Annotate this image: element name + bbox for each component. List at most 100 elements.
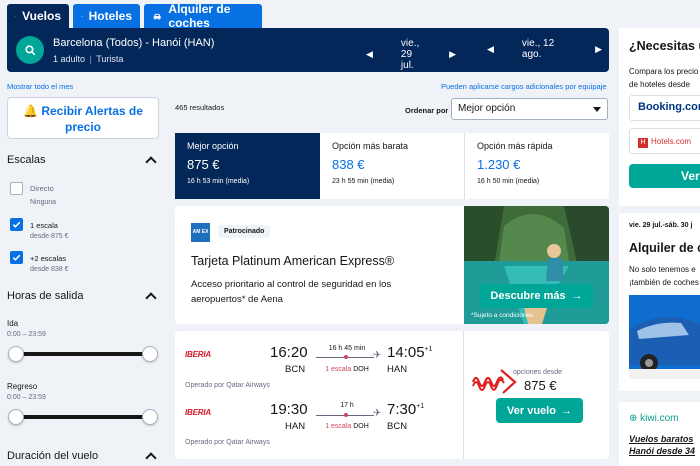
kiwi-brand: kiwi.com — [640, 413, 679, 424]
prev-date-icon[interactable]: ◀ — [487, 44, 494, 55]
stop-dot-icon — [344, 413, 348, 417]
baggage-fees-link[interactable]: Pueden aplicarse cargos adicionales por … — [441, 82, 607, 91]
deals-label: opciones desde — [513, 369, 563, 376]
booking-com-logo[interactable]: Booking.com — [629, 95, 700, 121]
tab-vuelos[interactable]: Vuelos — [7, 4, 69, 28]
price-alert-label: Recibir Alertas de precio — [41, 104, 143, 134]
amex-logo: AM EX — [191, 223, 210, 242]
iberia-logo: IBERIA — [185, 350, 211, 359]
depart-date-selector[interactable]: ◀ vie., 29 jul. ▶ — [366, 38, 456, 71]
return-slider-max-handle[interactable] — [142, 409, 158, 425]
sort-tab-title: Opción más rápida — [477, 141, 553, 151]
stops-two-plus-label: +2 escalas — [30, 254, 67, 263]
outbound-arr-plus: +1 — [424, 346, 433, 353]
ad-title: Tarjeta Platinum American Express® — [191, 254, 395, 268]
outbound-slider-min-handle[interactable] — [8, 346, 24, 362]
stops-two-plus-checkbox[interactable] — [10, 251, 23, 264]
inbound-arr-code: BCN — [387, 421, 408, 432]
tab-label: Hoteles — [88, 9, 132, 23]
outbound-range: 0:00 – 23:59 — [7, 331, 46, 338]
price-alert-button[interactable]: 🔔 Recibir Alertas de precio — [7, 97, 159, 139]
stops-title: Escalas — [7, 154, 46, 166]
chevron-up-icon — [145, 292, 157, 304]
plane-icon: ✈ — [373, 408, 382, 419]
inbound-dep-code: HAN — [285, 421, 306, 432]
hotels-com-icon: H — [638, 138, 648, 148]
sort-tab-duration: 16 h 50 min (media) — [477, 178, 540, 185]
return-slider-min-handle[interactable] — [8, 409, 24, 425]
search-button[interactable] — [16, 36, 44, 64]
inbound-operator: Operado por Qatar Airways — [185, 439, 270, 446]
chevron-up-icon — [145, 452, 157, 464]
stops-direct-sub: Ninguna — [30, 199, 57, 206]
departure-times-header[interactable]: Horas de salida — [7, 290, 159, 304]
arrow-right-icon: → — [571, 290, 583, 302]
inbound-duration: 17 h — [340, 402, 354, 409]
inbound-arr-time-value: 7:30 — [387, 401, 417, 418]
flight-result-card[interactable]: IBERIA 16:20 BCN 16 h 45 min ✈ 1 escala … — [175, 331, 609, 459]
plane-icon: ✈ — [373, 350, 382, 361]
show-month-link[interactable]: Mostrar todo el mes — [7, 82, 73, 91]
car-rental-promo-card: vie. 29 jul.-sáb. 30 j Alquiler de c No … — [619, 213, 700, 391]
sort-select[interactable]: Mejor opción — [451, 98, 608, 120]
inbound-arr-plus: +1 — [416, 403, 425, 410]
sponsored-ad-card[interactable]: AM EX Patrocinado Tarjeta Platinum Ameri… — [175, 206, 609, 324]
sort-tab-cheapest[interactable]: Opción más barata 838 € 23 h 55 min (med… — [320, 133, 465, 199]
stop-dot-icon — [344, 355, 348, 359]
plane-icon — [15, 15, 16, 17]
results-count: 465 resultados — [175, 103, 225, 112]
check-icon — [12, 221, 21, 228]
stops-one-label: 1 escala — [30, 221, 58, 230]
outbound-operator: Operado por Qatar Airways — [185, 382, 270, 389]
outbound-label: Ida — [7, 319, 19, 328]
return-date-selector[interactable]: ◀ vie., 12 ago. ▶ — [487, 38, 602, 60]
hotels-com-label: Hotels.com — [651, 137, 692, 146]
outbound-slider-max-handle[interactable] — [142, 346, 158, 362]
sort-tab-best[interactable]: Mejor opción 875 € 16 h 53 min (media) — [175, 133, 320, 199]
passengers-text: 1 adulto — [53, 54, 86, 64]
next-date-icon[interactable]: ▶ — [449, 49, 456, 60]
stops-one-sub: desde 875 € — [30, 233, 69, 240]
cabin-text: Turista — [96, 54, 124, 64]
inbound-stops-count: 1 escala — [325, 423, 352, 430]
outbound-slider-track[interactable] — [17, 352, 149, 356]
search-summary-bar[interactable]: Barcelona (Todos) - Hanói (HAN) 1 adulto… — [7, 28, 609, 72]
sort-tab-fastest[interactable]: Opción más rápida 1.230 € 16 h 50 min (m… — [465, 133, 609, 199]
tab-hoteles[interactable]: Hoteles — [73, 4, 140, 28]
stops-direct-checkbox[interactable] — [10, 182, 23, 195]
bell-icon: 🔔 — [23, 104, 38, 118]
ad-cta-button[interactable]: Descubre más → — [480, 284, 593, 308]
stops-one-checkbox[interactable] — [10, 218, 23, 231]
card-divider — [463, 331, 464, 459]
tab-label: Vuelos — [22, 9, 61, 23]
hotel-promo-button[interactable]: Ver — [629, 164, 700, 188]
inbound-stops: 1 escala DOH — [312, 423, 382, 430]
outbound-dep-code: BCN — [285, 364, 306, 375]
chevron-up-icon — [145, 156, 157, 168]
stops-section-header[interactable]: Escalas — [7, 154, 159, 168]
duration-section-header[interactable]: Duración del vuelo — [7, 450, 159, 464]
car-icon — [153, 13, 161, 20]
next-date-icon[interactable]: ▶ — [595, 44, 602, 55]
car-rental-text-2: ¡también de coches — [629, 278, 699, 287]
hotels-com-logo[interactable]: H Hotels.com — [629, 128, 700, 154]
kiwi-logo: ⊕ kiwi.com — [629, 412, 679, 425]
stops-two-plus-sub: desde 838 € — [30, 266, 69, 273]
return-slider-track[interactable] — [17, 415, 149, 419]
deal-price: 875 € — [524, 378, 557, 393]
kiwi-promo-card[interactable]: ⊕ kiwi.com Vuelos baratos Hanói desde 34 — [619, 402, 700, 466]
return-range: 0:00 – 23:59 — [7, 394, 46, 401]
tab-label: Alquiler de coches — [168, 2, 231, 30]
duration-title: Duración del vuelo — [7, 450, 99, 462]
hotel-promo-text-2: de hoteles desde — [629, 80, 690, 89]
prev-date-icon[interactable]: ◀ — [366, 49, 373, 60]
depart-date: vie., 29 jul. — [400, 38, 420, 71]
sort-tab-duration: 16 h 53 min (media) — [187, 178, 250, 185]
return-label: Regreso — [7, 382, 38, 391]
hotel-promo-text-1: Compara los precio — [629, 67, 699, 76]
passenger-info: 1 adulto | Turista — [53, 54, 124, 64]
view-flight-button[interactable]: Ver vuelo → — [496, 398, 583, 423]
tab-alquiler-coches[interactable]: Alquiler de coches — [144, 2, 262, 30]
sort-tab-price: 838 € — [332, 157, 365, 172]
iberia-logo: IBERIA — [185, 408, 211, 417]
